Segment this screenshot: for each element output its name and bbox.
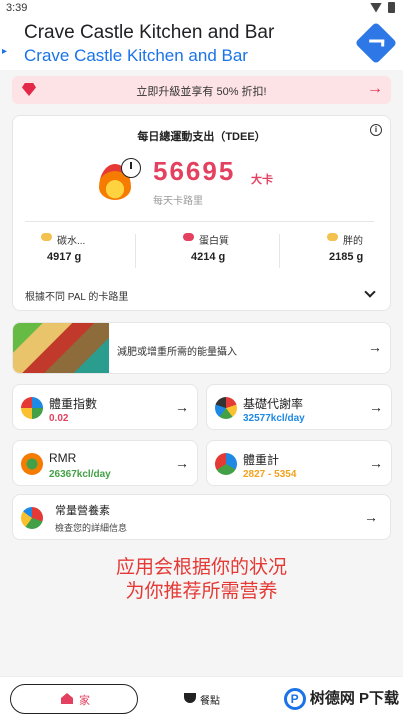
protein-icon — [183, 233, 194, 241]
ad-subtitle: Crave Castle Kitchen and Bar — [24, 46, 248, 65]
arrow-right-icon: → — [369, 455, 383, 471]
bmr-title: 基礎代謝率 — [243, 397, 304, 411]
promo-overlay-text: 应用会根据你的状况 为你推荐所需营养 — [0, 556, 403, 604]
macronutrients-subtitle: 檢查您的詳細信息 — [55, 523, 128, 533]
pal-label[interactable]: 根據不同 PAL 的卡路里 — [25, 288, 128, 303]
macro-name: 蛋白質 — [199, 236, 229, 247]
divider — [25, 221, 374, 222]
chevron-down-icon[interactable] — [364, 286, 376, 298]
energy-intake-text: 減肥或增重所需的能量攝入 — [117, 347, 237, 358]
status-time: 3:39 — [6, 2, 28, 14]
macro-carbs: 碳水... 4917 g — [37, 232, 137, 272]
energy-intake-card[interactable]: 減肥或增重所需的能量攝入 → — [12, 322, 391, 374]
fat-icon — [327, 233, 338, 241]
bmr-value: 32577kcl/day — [243, 413, 305, 424]
arrow-right-icon: → — [175, 455, 189, 471]
weight-title: 體重計 — [243, 453, 280, 467]
macro-fat: 胖的 2185 g — [327, 232, 387, 272]
rmr-card[interactable]: RMR 26367kcl/day → — [12, 440, 198, 486]
macro-value: 4214 g — [191, 251, 226, 263]
directions-icon[interactable] — [354, 21, 398, 65]
calorie-unit: 大卡 — [251, 174, 273, 186]
macro-value: 2185 g — [329, 251, 364, 263]
macro-value: 4917 g — [47, 251, 82, 263]
watermark-text: 树德网 P下载 — [309, 690, 399, 707]
upgrade-banner[interactable]: 立即升級並享有 50% 折扣! → — [12, 76, 391, 104]
calorie-value: 56695 — [153, 156, 236, 186]
wifi-icon — [370, 2, 382, 13]
rmr-icon — [21, 453, 43, 475]
ad-banner[interactable]: ▸ Crave Castle Kitchen and Bar Crave Cas… — [0, 16, 403, 70]
watermark: P 树德网 P下载 — [283, 687, 399, 711]
system-icons — [370, 2, 395, 13]
bmi-value: 0.02 — [49, 413, 69, 424]
rmr-title: RMR — [49, 451, 77, 465]
carbs-icon — [41, 233, 52, 241]
upgrade-text: 立即升級並享有 50% 折扣! — [136, 86, 267, 98]
nav-home-label: 家 — [79, 695, 90, 707]
macro-name: 胖的 — [343, 236, 363, 247]
watermark-logo-icon: P — [283, 688, 306, 711]
divider — [135, 234, 136, 268]
clock-icon — [121, 158, 141, 178]
nav-home[interactable]: 家 — [10, 684, 138, 714]
calorie-subtitle: 每天卡路里 — [153, 196, 203, 207]
meal-icon — [184, 693, 196, 703]
weight-card[interactable]: 體重計 2827 - 5354 → — [206, 440, 392, 486]
macro-name: 碳水... — [57, 236, 86, 247]
bmr-icon — [215, 397, 237, 419]
arrow-right-icon: → — [369, 399, 383, 415]
scale-icon — [215, 453, 237, 475]
arrow-right-icon: → — [175, 399, 189, 415]
macronutrients-card[interactable]: 常量營養素 檢查您的詳細信息 → — [12, 494, 391, 540]
macronutrients-title: 常量營養素 — [55, 505, 110, 517]
rmr-value: 26367kcl/day — [49, 469, 111, 480]
battery-icon — [388, 2, 395, 13]
arrow-right-icon: → — [367, 80, 383, 97]
arrow-right-icon: → — [368, 339, 382, 355]
bmi-icon — [21, 397, 43, 419]
bmi-card[interactable]: 體重指數 0.02 → — [12, 384, 198, 430]
overlay-line-1: 应用会根据你的状况 — [115, 557, 287, 578]
home-icon — [61, 693, 73, 704]
bottom-navigation: 家 餐點 P 树德网 P下载 — [0, 676, 403, 720]
overlay-line-2: 为你推荐所需营养 — [125, 581, 278, 602]
bmi-title: 體重指數 — [49, 397, 98, 411]
tdee-card: 每日總運動支出（TDEE） i 56695 大卡 每天卡路里 碳水... 491… — [12, 115, 391, 311]
nutrition-icon — [21, 507, 43, 529]
weight-value: 2827 - 5354 — [243, 469, 297, 480]
info-icon[interactable]: i — [370, 124, 382, 136]
ad-info-icon[interactable]: ▸ — [2, 46, 7, 57]
tdee-title: 每日總運動支出（TDEE） — [137, 131, 266, 143]
bmr-card[interactable]: 基礎代謝率 32577kcl/day → — [206, 384, 392, 430]
arrow-right-icon: → — [364, 509, 378, 525]
divider — [279, 234, 280, 268]
macro-protein: 蛋白質 4214 g — [183, 232, 283, 272]
food-image — [13, 323, 109, 373]
status-bar: 3:39 — [0, 0, 403, 16]
nav-meals-label: 餐點 — [200, 696, 220, 707]
ad-title: Crave Castle Kitchen and Bar — [24, 22, 275, 43]
